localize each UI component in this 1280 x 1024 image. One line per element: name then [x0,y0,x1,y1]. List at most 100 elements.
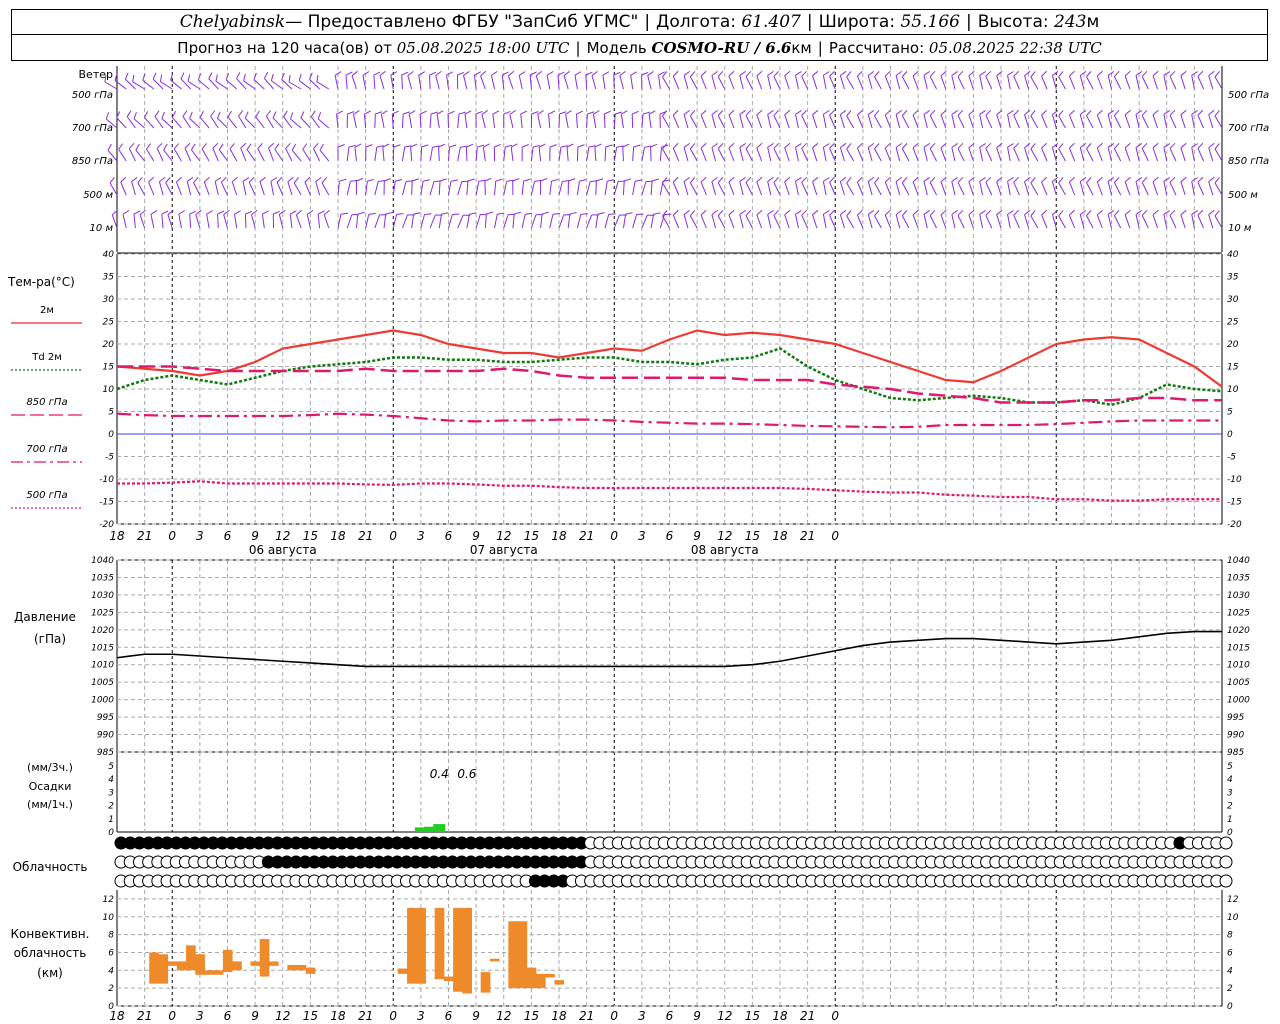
conv-tick-left: 12 [103,895,115,905]
wind-barb-flag [756,70,763,77]
wind-barb [632,181,636,196]
wind-barb [1113,148,1122,162]
wind-barb [784,114,790,129]
wind-barb-flag [1180,209,1187,216]
wind-barb [951,214,956,229]
conv-bar [489,958,500,962]
wind-barb-flag [812,109,819,116]
conv-bar [517,921,528,989]
wind-barb [201,148,210,162]
wind-barb-flag [458,111,466,115]
wind-barb-flag [846,177,852,184]
wind-barb [546,75,551,90]
wind-barb [509,114,514,129]
wind-barb [521,181,525,196]
wind-barb-flag [683,70,690,76]
wind-barb-flag [576,110,584,115]
wind-barb-flag [728,70,735,77]
wind-barb-flag [795,71,802,76]
wind-barb-flag [1124,209,1131,216]
wind-barb [290,118,302,129]
wind-barb [1141,182,1149,196]
wind-barb-flag [923,110,930,115]
conv-tick-left: 0 [108,1002,114,1012]
wind-barb-flag [243,74,246,82]
wind-barb-flag [591,70,598,76]
wind-barb-flag [270,177,278,182]
wind-level-label: 700 гПа [72,123,113,134]
wind-barb [401,181,407,196]
pres-tick-left: 1015 [91,643,114,653]
wind-barb [1180,214,1186,229]
wind-barb-flag [304,176,311,183]
wind-barb-flag [242,177,250,182]
wind-barb [604,214,610,229]
wind-barb-flag [929,143,936,149]
wind-barb [156,148,164,162]
wind-barb [302,148,311,162]
conv-bar [305,967,316,974]
wind-barb [985,115,993,129]
wind-barb [957,182,965,196]
wind-barb [812,75,818,90]
wind-barb-flag [1141,176,1148,183]
wind-barb-flag [616,145,624,148]
wind-barb [1141,115,1149,129]
wind-barb-flag [653,212,661,215]
wind-barb-flag [795,110,802,115]
wind-barb-flag [505,144,513,148]
pres-tick-left: 1040 [91,556,114,566]
wind-barb-flag [502,71,509,76]
wind-barb-flag [840,142,847,149]
wind-barb-flag [1007,177,1014,182]
wind-barb-flag [208,72,213,79]
wind-barb [1068,181,1076,196]
wind-barb [659,214,665,229]
wind-barb-flag [1024,176,1031,183]
pres-tick-right: 1035 [1227,573,1250,583]
wind-barb-flag [621,110,628,115]
wind-barb [1124,214,1131,229]
wind-barb-flag [560,145,568,148]
mid-hour-label: 12 [717,529,732,543]
wind-barb [940,181,947,196]
mid-hour-label: 0 [168,529,176,543]
wind-barb-flag [1197,142,1204,149]
wind-barb [549,181,552,196]
wind-barb-flag [541,211,549,215]
wind-barb-flag [263,72,269,79]
wind-barb [1208,214,1214,229]
conv-tick-left: 2 [108,984,114,994]
wind-barb [178,214,182,229]
wind-barb-flag [148,176,155,183]
wind-barb-flag [227,110,232,118]
bottom-hour-label: 21 [137,1009,152,1023]
wind-barb-flag [216,111,221,119]
wind-barb [494,214,498,229]
wind-barb [558,181,563,196]
wind-barb-flag [133,210,141,215]
wind-barb-flag [477,144,485,148]
wind-barb [566,147,569,162]
wind-barb-flag [339,178,347,182]
wind-barb-flag [700,209,707,216]
wind-barb-flag [353,110,360,115]
conv-title1: Конвективн. [11,927,90,941]
wind-barb-flag [446,71,453,76]
wind-barb [1107,181,1112,196]
wind-barb-flag [144,111,149,118]
wind-barb [379,75,385,90]
wind-barb-flag [672,209,679,216]
wind-barb-flag [1086,143,1092,149]
wind-barb-flag [357,211,365,215]
wind-barb [979,114,984,129]
wind-barb [940,214,947,229]
wind-barb [1058,115,1066,129]
wind-barb [512,214,515,229]
wind-barb-flag [739,110,746,115]
wind-barb-flag [373,71,381,76]
wind-barb-flag [548,110,556,115]
wind-barb-flag [767,71,774,76]
wind-barb [767,214,772,229]
mid-hour-label: 21 [137,529,152,543]
